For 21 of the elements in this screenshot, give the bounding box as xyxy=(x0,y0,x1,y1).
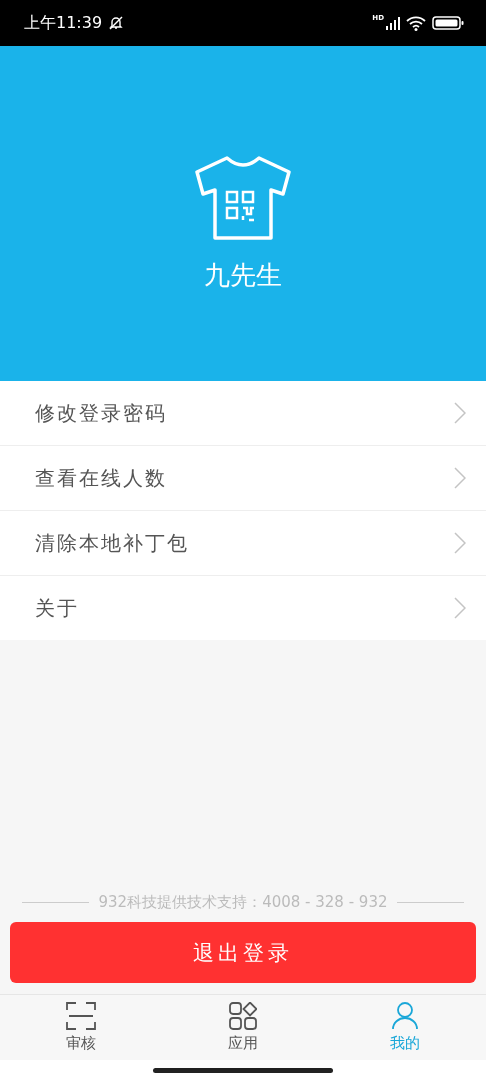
apps-grid-icon xyxy=(229,1002,257,1030)
menu-item[interactable]: 查看在线人数 xyxy=(0,446,486,511)
chevron-icon xyxy=(454,467,466,489)
signal-icon xyxy=(386,16,400,30)
menu-item[interactable]: 关于 xyxy=(0,576,486,640)
battery-icon xyxy=(432,16,464,30)
tab[interactable]: 审核 xyxy=(0,995,162,1060)
muted-bell-icon xyxy=(108,15,125,31)
user-name: 九先生 xyxy=(204,259,282,292)
chevron-icon xyxy=(454,597,466,619)
wifi-icon xyxy=(406,15,426,31)
chevron-icon xyxy=(454,532,466,554)
tab[interactable]: 应用 xyxy=(162,995,324,1060)
logout-button[interactable]: 退出登录 xyxy=(10,922,476,983)
person-icon xyxy=(392,1002,418,1030)
status-time: 上午11:39 xyxy=(24,12,103,34)
chevron-icon xyxy=(454,402,466,424)
menu-item[interactable]: 修改登录密码 xyxy=(0,381,486,446)
scan-frame-icon xyxy=(66,1002,96,1030)
support-text: 932科技提供技术支持：4008 - 328 - 932 xyxy=(98,893,388,912)
menu-item[interactable]: 清除本地补丁包 xyxy=(0,511,486,576)
